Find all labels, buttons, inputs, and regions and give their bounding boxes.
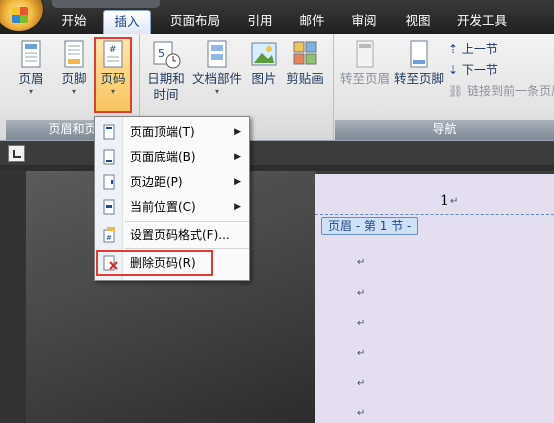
office-logo-icon xyxy=(12,7,28,23)
menu-item-label: 删除页码(R) xyxy=(130,256,196,270)
date-time-button[interactable]: 5 日期和 时间 xyxy=(146,39,186,103)
picture-icon xyxy=(251,42,277,66)
page-number-dropdown-arrow-icon: ▾ xyxy=(110,87,115,96)
menu-item-page-top[interactable]: 页面顶端(T) ▶ xyxy=(95,120,249,144)
paragraph-mark: ↵ xyxy=(357,378,366,389)
clipart-label: 剪贴画 xyxy=(286,71,324,86)
ruler-toggle-icon[interactable] xyxy=(8,145,25,162)
goto-footer-label: 转至页脚 xyxy=(393,71,444,86)
remove-page-number-icon xyxy=(103,255,118,271)
goto-header-icon xyxy=(356,40,374,68)
quick-access-toolbar[interactable] xyxy=(52,0,160,8)
vertical-ruler xyxy=(0,171,26,423)
tab-review[interactable]: 审阅 xyxy=(342,10,386,34)
next-section-button[interactable]: ⇣ 下一节 xyxy=(448,61,498,79)
document-page[interactable] xyxy=(315,174,554,423)
paragraph-mark: ↵ xyxy=(357,288,366,299)
svg-text:#: # xyxy=(106,234,112,242)
tab-view[interactable]: 视图 xyxy=(396,10,440,34)
tab-references[interactable]: 引用 xyxy=(238,10,282,34)
header-label: 页眉 xyxy=(18,71,44,86)
paragraph-mark: ↵ xyxy=(357,318,366,329)
page-top-icon xyxy=(103,124,115,140)
paragraph-mark: ↵ xyxy=(357,257,366,268)
goto-footer-button[interactable]: 转至页脚 xyxy=(393,39,445,87)
tab-mailings[interactable]: 邮件 xyxy=(290,10,334,34)
menu-item-current-position[interactable]: 当前位置(C) ▶ xyxy=(95,195,249,219)
format-page-number-icon: # xyxy=(103,227,115,243)
clipart-button[interactable]: 剪贴画 xyxy=(283,39,327,87)
clipart-icon xyxy=(293,41,317,65)
picture-label: 图片 xyxy=(251,71,277,86)
header-page-number: 1 xyxy=(440,193,449,209)
menu-item-page-bottom[interactable]: 页面底端(B) ▶ xyxy=(95,145,249,169)
ribbon-tab-bar: 开始 插入 页面布局 引用 邮件 审阅 视图 开发工具 xyxy=(0,0,554,34)
menu-item-label: 当前位置(C) xyxy=(130,200,196,214)
doc-parts-button[interactable]: 文档部件 ▾ xyxy=(189,39,245,97)
link-previous-icon: ⛓ xyxy=(448,84,464,98)
svg-text:5: 5 xyxy=(158,47,165,60)
link-previous-button[interactable]: ⛓ 链接到前一条页眉 xyxy=(448,82,554,100)
next-section-label: 下一节 xyxy=(461,63,498,77)
prev-section-label: 上一节 xyxy=(461,42,498,56)
menu-item-label: 设置页码格式(F)... xyxy=(130,228,230,242)
footer-button[interactable]: 页脚 ▾ xyxy=(55,39,93,97)
footer-dropdown-arrow-icon: ▾ xyxy=(71,87,76,96)
link-previous-label: 链接到前一条页眉 xyxy=(467,84,554,98)
doc-parts-icon xyxy=(207,40,227,68)
menu-item-format-page-number[interactable]: # 设置页码格式(F)... xyxy=(95,223,249,247)
menu-item-remove-page-number[interactable]: 删除页码(R) xyxy=(96,250,213,276)
ribbon: 页眉 ▾ 页脚 ▾ # 页码 ▾ 页眉和页 5 日期和 时间 文档部件 ▾ 图片 xyxy=(0,34,554,141)
submenu-arrow-icon: ▶ xyxy=(234,202,241,212)
office-button[interactable] xyxy=(0,0,44,32)
page-bottom-icon xyxy=(103,149,115,165)
page-number-button[interactable]: # 页码 ▾ xyxy=(94,37,132,113)
header-button[interactable]: 页眉 ▾ xyxy=(12,39,50,97)
date-time-label-line2: 时间 xyxy=(153,87,179,102)
page-number-label: 页码 xyxy=(100,71,126,86)
header-dropdown-arrow-icon: ▾ xyxy=(28,87,33,96)
svg-text:#: # xyxy=(109,45,117,55)
calendar-clock-icon: 5 xyxy=(153,41,181,69)
next-section-icon: ⇣ xyxy=(448,63,459,77)
header-icon xyxy=(21,40,41,68)
paragraph-mark: ↵ xyxy=(357,408,366,419)
picture-button[interactable]: 图片 xyxy=(248,39,280,87)
page-number-icon: # xyxy=(103,40,123,68)
prev-section-icon: ⇡ xyxy=(448,42,459,56)
menu-item-label: 页面顶端(T) xyxy=(130,125,195,139)
tab-home[interactable]: 开始 xyxy=(52,10,96,34)
paragraph-mark: ↵ xyxy=(450,196,459,207)
footer-icon xyxy=(64,40,84,68)
tab-page-layout[interactable]: 页面布局 xyxy=(160,10,230,34)
paragraph-mark: ↵ xyxy=(357,348,366,359)
tab-insert[interactable]: 插入 xyxy=(103,10,151,34)
footer-label: 页脚 xyxy=(61,71,87,86)
menu-item-label: 页边距(P) xyxy=(130,175,183,189)
menu-separator xyxy=(125,248,249,249)
header-boundary-line xyxy=(315,214,554,215)
submenu-arrow-icon: ▶ xyxy=(234,177,241,187)
page-margin-icon xyxy=(103,174,115,190)
menu-item-page-margin[interactable]: 页边距(P) ▶ xyxy=(95,170,249,194)
submenu-arrow-icon: ▶ xyxy=(234,152,241,162)
prev-section-button[interactable]: ⇡ 上一节 xyxy=(448,40,498,58)
goto-header-button[interactable]: 转至页眉 xyxy=(339,39,391,87)
doc-parts-dropdown-arrow-icon: ▾ xyxy=(214,87,219,96)
tab-developer[interactable]: 开发工具 xyxy=(450,10,514,34)
goto-header-label: 转至页眉 xyxy=(339,71,390,86)
submenu-arrow-icon: ▶ xyxy=(234,127,241,137)
doc-parts-label: 文档部件 xyxy=(191,71,242,86)
menu-separator xyxy=(125,221,249,222)
menu-item-label: 页面底端(B) xyxy=(130,150,196,164)
current-position-icon xyxy=(103,199,115,215)
header-section-tag: 页眉 - 第 1 节 - xyxy=(321,217,419,235)
navigation-group-label: 导航 xyxy=(335,120,554,140)
page-number-menu: 页面顶端(T) ▶ 页面底端(B) ▶ 页边距(P) ▶ 当前位置(C) ▶ #… xyxy=(94,116,250,281)
date-time-label-line1: 日期和 xyxy=(147,71,185,86)
goto-footer-icon xyxy=(410,40,428,68)
